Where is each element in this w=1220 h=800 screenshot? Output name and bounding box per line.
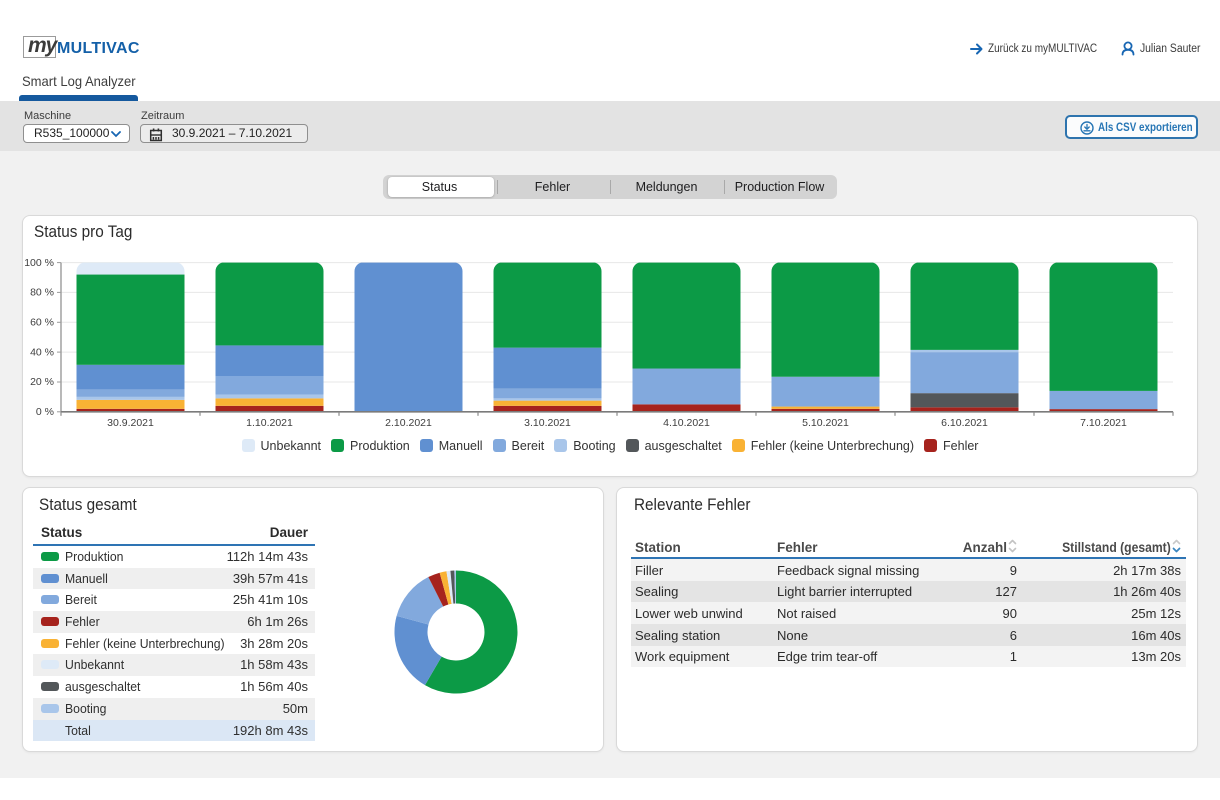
svg-text:100 %: 100 %	[24, 257, 54, 269]
svg-text:3.10.2021: 3.10.2021	[524, 417, 571, 429]
svg-text:40 %: 40 %	[30, 346, 54, 358]
svg-text:60 %: 60 %	[30, 317, 54, 329]
svg-text:4.10.2021: 4.10.2021	[663, 417, 710, 429]
svg-text:7.10.2021: 7.10.2021	[1080, 417, 1127, 429]
svg-text:80 %: 80 %	[30, 287, 54, 299]
svg-text:20 %: 20 %	[30, 376, 54, 388]
svg-text:0 %: 0 %	[36, 406, 54, 418]
svg-text:2.10.2021: 2.10.2021	[385, 417, 432, 429]
svg-text:1.10.2021: 1.10.2021	[246, 417, 293, 429]
svg-text:5.10.2021: 5.10.2021	[802, 417, 849, 429]
svg-text:30.9.2021: 30.9.2021	[107, 417, 154, 429]
svg-text:6.10.2021: 6.10.2021	[941, 417, 988, 429]
